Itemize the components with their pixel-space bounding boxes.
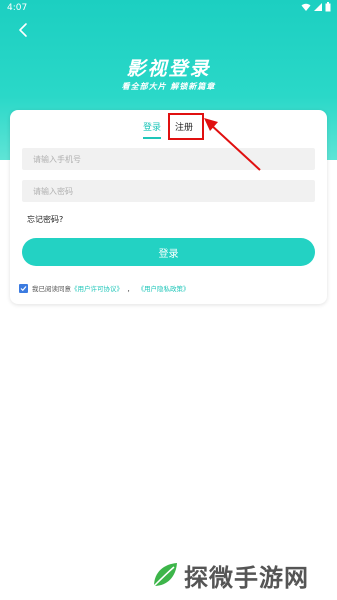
watermark-text: 探微手游网	[184, 563, 309, 592]
leaf-logo-icon	[153, 563, 177, 587]
forgot-password-link[interactable]: 忘记密码?	[27, 214, 63, 225]
agreement-checkbox[interactable]	[19, 283, 28, 293]
watermark: 探微手游网	[150, 558, 309, 592]
login-card: 登录 注册 忘记密码? 登录 我已阅读同意 《用户许可协议》 ， 《用户隐私政策…	[10, 110, 327, 304]
back-chevron-icon[interactable]	[14, 20, 34, 40]
auth-tabs: 登录 注册	[10, 119, 327, 145]
tab-register[interactable]: 注册	[175, 120, 193, 133]
agreement-row: 我已阅读同意 《用户许可协议》 ， 《用户隐私政策》	[19, 283, 190, 293]
tab-login[interactable]: 登录	[143, 120, 161, 133]
phone-input[interactable]	[22, 148, 315, 170]
user-agreement-link[interactable]: 《用户许可协议》	[71, 283, 123, 293]
page-subtitle: 看全部大片 解锁新篇章	[121, 82, 216, 91]
battery-icon	[325, 2, 331, 12]
password-input[interactable]	[22, 180, 315, 202]
agreement-separator: ，	[127, 285, 134, 293]
privacy-policy-link[interactable]: 《用户隐私政策》	[138, 283, 190, 293]
status-bar: 4:07	[0, 0, 337, 16]
page-title: 影视登录	[126, 58, 211, 80]
signal-icon	[314, 2, 322, 11]
status-icons	[301, 2, 331, 12]
wifi-icon	[301, 3, 311, 11]
status-time: 4:07	[7, 3, 28, 13]
tab-active-indicator	[143, 137, 161, 139]
checkmark-icon	[20, 285, 27, 291]
agreement-prefix: 我已阅读同意	[32, 285, 71, 293]
login-button[interactable]: 登录	[22, 238, 315, 266]
